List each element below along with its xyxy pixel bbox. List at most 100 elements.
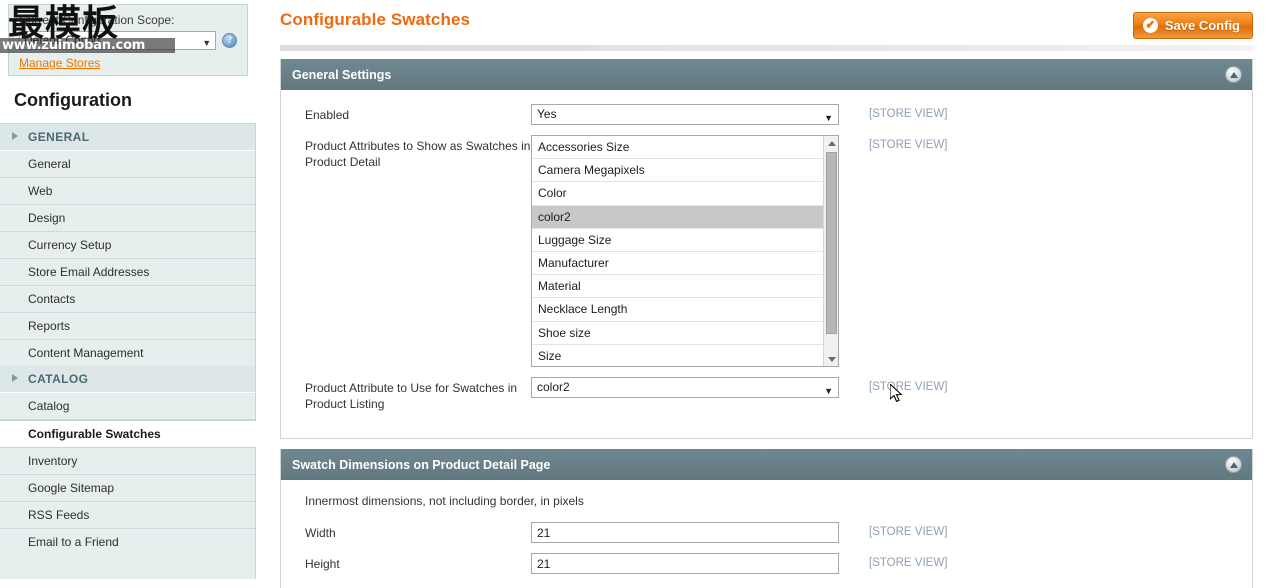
configuration-nav: GENERAL General Web Design Currency Setup Sto…: [0, 124, 256, 579]
option-color2[interactable]: color2: [532, 205, 823, 229]
sidebar-item-label: Google Sitemap: [28, 481, 115, 495]
scope-hint-width: [STORE VIEW]: [869, 526, 948, 538]
triangle-right-icon: [12, 374, 18, 382]
panel-general-settings: General Settings Enabled Yes ▼ [STORE VIEW] P…: [280, 59, 1253, 439]
nav-section-general[interactable]: GENERAL: [0, 124, 255, 151]
save-config-button[interactable]: ✔ Save Config: [1132, 12, 1253, 39]
sidebar-item-label: Content Management: [28, 346, 144, 360]
sidebar-item-email-to-a-friend[interactable]: Email to a Friend: [0, 529, 255, 555]
sidebar-item-general[interactable]: General: [0, 151, 255, 178]
sidebar-item-web[interactable]: Web: [0, 178, 255, 205]
main-content: Configurable Swatches ✔ Save Config Gene…: [256, 0, 1267, 588]
sidebar-item-label: General: [28, 157, 71, 171]
panel-note: Innermost dimensions, not including bord…: [305, 494, 584, 508]
field-control-product-attributes-to-show-as-swatches-in-product-detail: Accessories Size Camera Megapixels Color co…: [531, 135, 839, 367]
scrollbar-thumb[interactable]: [826, 152, 837, 334]
option-luggage-size[interactable]: Luggage Size: [532, 229, 823, 252]
scroll-down-icon[interactable]: [824, 352, 838, 366]
sidebar-item-label: Contacts: [28, 292, 76, 306]
page-header: Configurable Swatches ✔ Save Config: [280, 0, 1253, 39]
page-title: Configurable Swatches: [280, 10, 471, 29]
triangle-right-icon: [12, 132, 18, 140]
input-width[interactable]: [531, 522, 839, 543]
multiselect-product-attributes-to-show-as-swatches-in-product-detail[interactable]: Accessories Size Camera Megapixels Color co…: [531, 135, 839, 367]
panel-header-general-settings[interactable]: General Settings: [281, 59, 1252, 90]
nav-section-catalog[interactable]: CATALOG: [0, 366, 255, 393]
scope-select[interactable]: Default Config ▼: [19, 31, 217, 50]
save-config-label: Save Config: [1164, 18, 1240, 33]
sidebar-item-label: RSS Feeds: [28, 508, 90, 522]
field-row-product-attributes-to-show-as-swatches-in-product-detail: Product Attributes to Show as Swatches i…: [281, 135, 1252, 377]
sidebar-item-label: Inventory: [28, 454, 78, 468]
option-necklace-length[interactable]: Necklace Length: [532, 298, 823, 322]
sidebar: Current Configuration Scope: Default Con…: [0, 0, 256, 588]
collapse-up-icon[interactable]: [1225, 66, 1242, 83]
panel-body-swatch-dimensions: Innermost dimensions, not including bord…: [281, 480, 1252, 588]
sidebar-item-label: Design: [28, 211, 66, 225]
option-size[interactable]: Size: [532, 345, 823, 366]
scope-hint-height: [STORE VIEW]: [869, 557, 948, 569]
sidebar-item-reports[interactable]: Reports: [0, 313, 255, 340]
option-color[interactable]: Color: [532, 182, 823, 206]
scope-select-value: Default Config: [24, 33, 101, 47]
sidebar-item-catalog[interactable]: Catalog: [0, 393, 255, 420]
header-divider: [280, 45, 1253, 51]
sidebar-item-contacts[interactable]: Contacts: [0, 286, 255, 313]
panel-title: Swatch Dimensions on Product Detail Page: [292, 457, 551, 472]
select-product-attribute-to-use-for-swatches-in-product-listing[interactable]: color2 ▼: [531, 377, 839, 398]
panel-header-swatch-dimensions[interactable]: Swatch Dimensions on Product Detail Page: [281, 449, 1252, 480]
select-value: Yes: [537, 107, 557, 121]
manage-stores-link[interactable]: Manage Stores: [19, 56, 100, 70]
sidebar-item-design[interactable]: Design: [0, 205, 255, 232]
option-accessories-size[interactable]: Accessories Size: [532, 136, 823, 160]
sidebar-item-content-management[interactable]: Content Management: [0, 340, 255, 366]
field-label-product-attributes-to-show-as-swatches-in-product-detail: Product Attributes to Show as Swatches i…: [305, 139, 531, 169]
sidebar-item-label: Reports: [28, 319, 71, 333]
input-height[interactable]: [531, 553, 839, 574]
sidebar-item-label: Currency Setup: [28, 238, 112, 252]
sidebar-item-store-email-addresses[interactable]: Store Email Addresses: [0, 259, 255, 286]
nav-section-label: GENERAL: [28, 130, 90, 144]
scope-hint-product-attributes-to-show-as-swatches-in-product-detail: [STORE VIEW]: [869, 139, 948, 151]
sidebar-item-google-sitemap[interactable]: Google Sitemap: [0, 475, 255, 502]
config-panels: General Settings Enabled Yes ▼ [STORE VIEW] P…: [280, 59, 1253, 588]
sidebar-item-rss-feeds[interactable]: RSS Feeds: [0, 502, 255, 529]
panel-swatch-dimensions: Swatch Dimensions on Product Detail Page…: [280, 449, 1253, 588]
field-row-height: Height [STORE VIEW]: [281, 553, 1252, 584]
sidebar-item-configurable-swatches[interactable]: Configurable Swatches: [0, 420, 256, 448]
field-row-width: Width [STORE VIEW]: [281, 522, 1252, 553]
sidebar-item-label: Configurable Swatches: [28, 427, 161, 441]
nav-filler: [0, 555, 255, 579]
page-title-configuration: Configuration: [0, 76, 256, 124]
chevron-down-icon: ▼: [202, 38, 212, 48]
sidebar-item-label: Catalog: [28, 399, 70, 413]
field-label-enabled: Enabled: [305, 108, 350, 122]
collapse-up-icon[interactable]: [1225, 456, 1242, 473]
scope-hint-product-attribute-to-use-for-swatches-in-product-listing: [STORE VIEW]: [869, 381, 948, 393]
sidebar-item-currency-setup[interactable]: Currency Setup: [0, 232, 255, 259]
select-value: color2: [537, 380, 570, 394]
option-shoe-size[interactable]: Shoe size: [532, 322, 823, 345]
sidebar-item-inventory[interactable]: Inventory: [0, 448, 255, 475]
chevron-down-icon: ▼: [824, 113, 833, 123]
scroll-up-icon[interactable]: [824, 136, 838, 150]
admin-page: Current Configuration Scope: Default Con…: [0, 0, 1267, 588]
field-label-height: Height: [305, 557, 340, 571]
option-material[interactable]: Material: [532, 275, 823, 299]
select-enabled[interactable]: Yes ▼: [531, 104, 839, 125]
panel-body-general-settings: Enabled Yes ▼ [STORE VIEW] Product Attribute…: [281, 90, 1252, 438]
multiselect-scrollbar[interactable]: [823, 136, 838, 366]
check-circle-icon: ✔: [1142, 18, 1158, 33]
chevron-down-icon: ▼: [824, 386, 833, 396]
field-label-width: Width: [305, 526, 336, 540]
field-row-enabled: Enabled Yes ▼ [STORE VIEW]: [281, 104, 1252, 135]
field-control-height: [531, 553, 839, 574]
sidebar-item-label: Store Email Addresses: [28, 265, 150, 279]
sidebar-item-label: Email to a Friend: [28, 535, 119, 549]
scope-hint-enabled: [STORE VIEW]: [869, 108, 948, 120]
help-icon[interactable]: ?: [222, 33, 237, 48]
option-camera-megapixels[interactable]: Camera Megapixels: [532, 159, 823, 183]
field-label-product-attribute-to-use-for-swatches-in-product-listing: Product Attribute to Use for Swatches in…: [305, 381, 518, 411]
option-manufacturer[interactable]: Manufacturer: [532, 252, 823, 276]
field-row-product-attribute-to-use-for-swatches-in-product-listing: Product Attribute to Use for Swatches in…: [281, 377, 1252, 422]
